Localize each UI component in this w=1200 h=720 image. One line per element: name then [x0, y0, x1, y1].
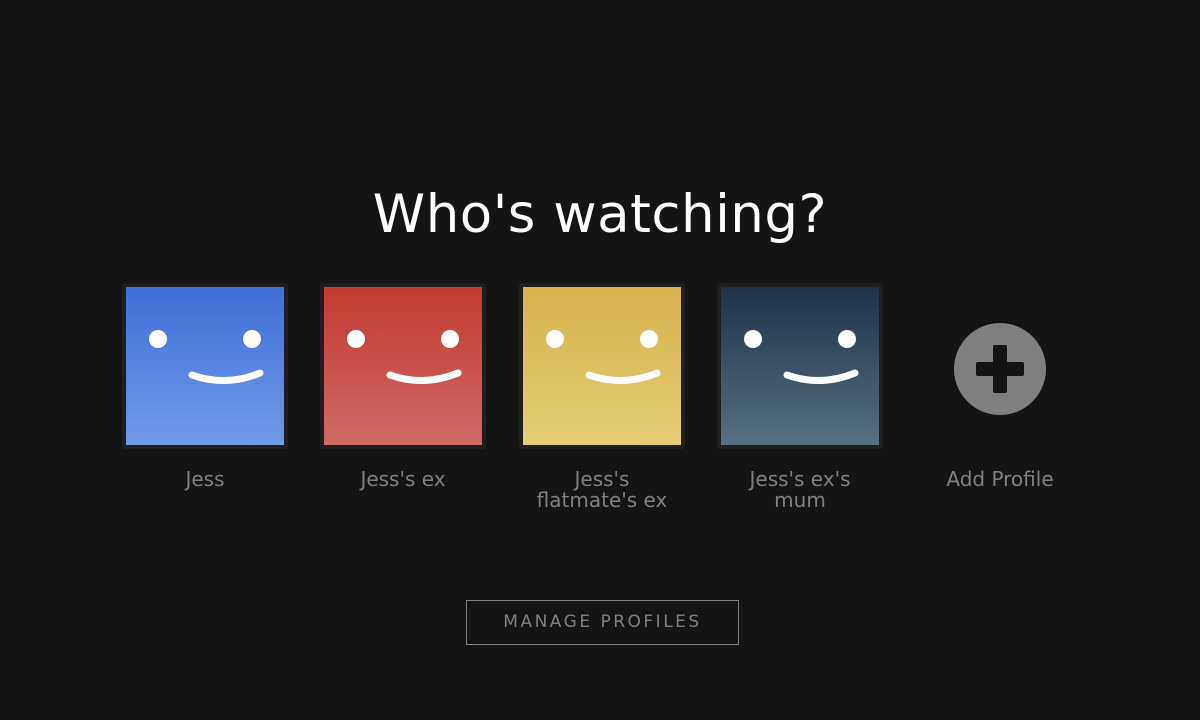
plus-circle-icon	[954, 323, 1046, 415]
avatar-frame	[717, 283, 883, 449]
page-title: Who's watching?	[372, 184, 828, 245]
profile-jess-ex-mum[interactable]: Jess's ex's mum	[717, 283, 883, 511]
profile-list: Jess Jess's ex Jess's flatmate's ex Jess…	[0, 283, 1200, 523]
avatar-frame	[519, 283, 685, 449]
add-profile-button[interactable]: Add Profile	[917, 283, 1083, 490]
manage-profiles-button[interactable]: MANAGE PROFILES	[466, 600, 739, 645]
profile-jess-ex[interactable]: Jess's ex	[320, 283, 486, 490]
add-profile-label: Add Profile	[946, 467, 1054, 491]
profile-name: Jess's ex	[360, 467, 446, 491]
profile-jess[interactable]: Jess	[122, 283, 288, 490]
profile-name: Jess's ex's mum	[749, 467, 851, 512]
profile-name: Jess's flatmate's ex	[536, 467, 668, 512]
profile-name: Jess	[185, 467, 225, 491]
smiley-avatar-icon	[721, 287, 879, 445]
smiley-avatar-icon	[126, 287, 284, 445]
profile-gate: Who's watching? Jess Jess's ex Jess's fl…	[0, 0, 1200, 720]
smiley-avatar-icon	[523, 287, 681, 445]
avatar-frame	[320, 283, 486, 449]
add-profile-icon-area	[917, 283, 1083, 449]
smiley-avatar-icon	[324, 287, 482, 445]
profile-jess-flatmate-ex[interactable]: Jess's flatmate's ex	[519, 283, 685, 511]
avatar-frame	[122, 283, 288, 449]
